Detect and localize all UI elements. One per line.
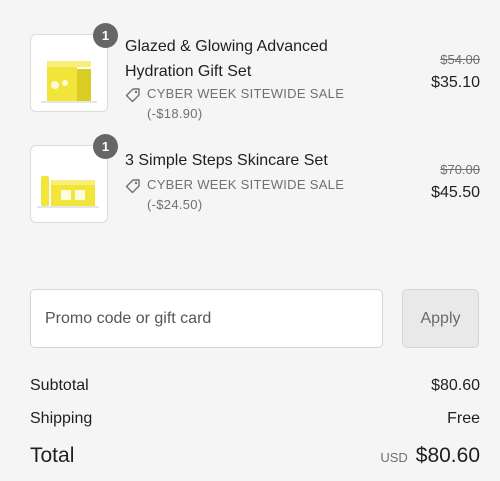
discount-text: CYBER WEEK SITEWIDE SALE (-$18.90)	[147, 86, 345, 121]
shipping-label: Shipping	[30, 410, 93, 427]
total-amount: $80.60	[415, 444, 480, 467]
gift-box-image	[41, 61, 97, 103]
currency-code: USD	[380, 450, 408, 465]
total-value-group: USD $80.60	[380, 444, 480, 468]
product-thumbnail: 1	[30, 23, 118, 112]
original-price: $70.00	[440, 162, 480, 177]
promo-code-input[interactable]	[30, 289, 383, 348]
original-price: $54.00	[440, 52, 480, 67]
subtotal-label: Subtotal	[30, 377, 89, 394]
tag-icon	[125, 88, 140, 103]
apply-button[interactable]: Apply	[402, 289, 479, 348]
product-name: Glazed & Glowing Advanced Hydration Gift…	[125, 38, 328, 80]
skincare-set-image	[37, 176, 99, 208]
product-name: 3 Simple Steps Skincare Set	[125, 152, 328, 169]
total-label: Total	[30, 444, 75, 467]
product-thumbnail: 1	[30, 134, 118, 223]
sale-price: $35.10	[431, 74, 480, 91]
discount-text: CYBER WEEK SITEWIDE SALE (-$24.50)	[147, 177, 345, 212]
discount-line: CYBER WEEK SITEWIDE SALE (-$18.90)	[125, 84, 365, 124]
shipping-value: Free	[447, 410, 480, 427]
sale-price: $45.50	[431, 184, 480, 201]
discount-line: CYBER WEEK SITEWIDE SALE (-$24.50)	[125, 175, 365, 215]
total-row: Total USD $80.60	[30, 444, 480, 472]
quantity-badge: 1	[93, 23, 118, 48]
quantity-badge: 1	[93, 134, 118, 159]
tag-icon	[125, 179, 140, 194]
subtotal-value: $80.60	[431, 377, 480, 394]
